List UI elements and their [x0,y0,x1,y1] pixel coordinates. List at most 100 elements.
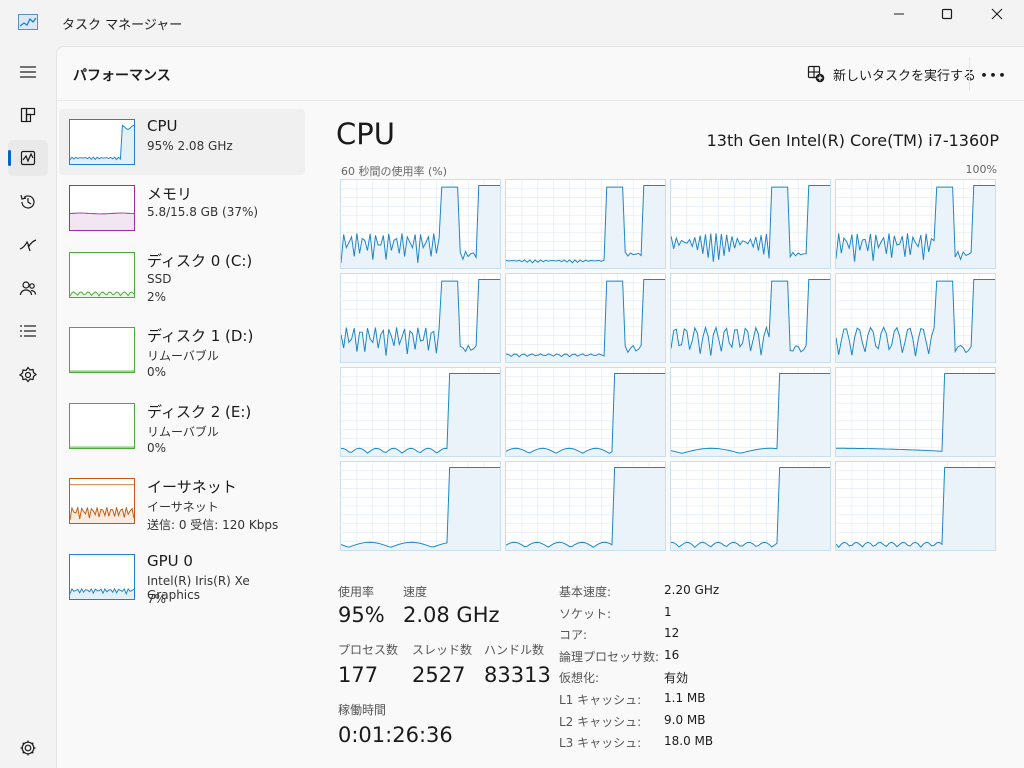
device-item[interactable]: CPU 95% 2.08 GHz [59,109,305,175]
device-detail: 95% 2.08 GHz [147,139,233,153]
hamburger-menu-icon [20,66,36,78]
close-icon [991,8,1003,20]
core-graph [835,367,996,457]
device-thumbnail [69,478,135,524]
speed-label: 速度 [403,585,428,599]
processes-label: プロセス数 [338,643,399,657]
spec-label: 基本速度: [559,585,612,599]
details-icon [20,325,36,337]
nav-settings[interactable] [8,730,48,766]
device-item[interactable]: ディスク 1 (D:) リムーバブル 0% [59,317,305,383]
header-divider [969,57,970,91]
thumbnail-area [70,213,134,230]
core-graph [505,273,666,363]
device-name: ディスク 0 (C:) [147,252,253,270]
performance-icon [20,150,36,166]
core-graph-grid [340,179,997,555]
page-header: パフォーマンス 新しいタスクを実行する ••• [57,47,1024,101]
core-graph [670,367,831,457]
device-thumbnail [69,252,135,298]
graph-axis-label: 60 秒間の使用率 (%) [341,165,448,178]
spec-label: 論理プロセッサ数: [559,649,660,664]
device-usage: 2% [147,290,167,304]
core-graph [505,367,666,457]
device-usage: 0% [147,365,167,379]
spec-value: 2.20 GHz [664,583,720,597]
nav-startup-apps[interactable] [8,227,48,263]
device-name: GPU 0 [147,552,193,570]
close-button[interactable] [974,0,1020,28]
device-item[interactable]: イーサネット イーサネット 送信: 0 受信: 120 Kbps [59,468,305,534]
run-new-task-button[interactable]: 新しいタスクを実行する [807,61,976,87]
app-history-icon [20,194,35,209]
core-graph [340,273,501,363]
more-options-icon: ••• [980,68,1008,82]
device-item[interactable]: メモリ 5.8/15.8 GB (37%) [59,175,305,241]
core-graph [835,273,996,363]
selection-indicator [8,150,11,166]
device-item[interactable]: ディスク 2 (E:) リムーバブル 0% [59,393,305,459]
users-icon [19,281,37,296]
device-name: ディスク 1 (D:) [147,327,254,345]
core-graph [670,179,831,269]
nav-processes[interactable] [8,97,48,133]
device-name: CPU [147,117,178,135]
maximize-button[interactable] [924,0,970,28]
cpu-title: CPU [336,117,395,151]
processes-icon [20,107,36,123]
core-graph [505,461,666,551]
spec-value: 1 [664,604,672,619]
maximize-icon [941,8,953,20]
nav-details[interactable] [8,313,48,349]
startup-apps-icon [19,239,37,252]
window-title: タスク マネージャー [62,18,183,33]
device-usage: 7% [147,592,167,606]
uptime-label: 稼働時間 [338,703,387,717]
core-graph [340,179,501,269]
settings-icon [20,740,36,756]
navigation-rail [0,46,56,768]
spec-value: 9.0 MB [664,712,706,727]
spec-label: L3 キャッシュ: [559,736,642,751]
device-item[interactable]: GPU 0 Intel(R) Iris(R) Xe Graphics 7% [59,544,305,610]
device-item[interactable]: ディスク 0 (C:) SSD 2% [59,242,305,308]
device-detail: イーサネット [147,500,219,514]
spec-value: 有効 [664,671,689,686]
device-thumbnail [69,119,135,165]
uptime-value: 0:01:26:36 [338,723,453,747]
core-graph [340,367,501,457]
hamburger-menu-button[interactable] [8,54,48,90]
threads-value: 2527 [412,663,466,687]
device-thumbnail [69,327,135,373]
device-detail: 5.8/15.8 GB (37%) [147,205,259,219]
core-graph [835,179,996,269]
handles-value: 83313 [484,663,551,687]
device-usage: 送信: 0 受信: 120 Kbps [147,518,279,532]
device-detail: Intel(R) Iris(R) Xe Graphics [147,574,250,602]
nav-users[interactable] [8,270,48,306]
spec-label: コア: [559,628,588,643]
core-graph [835,461,996,551]
nav-app-history[interactable] [8,184,48,220]
spec-value: 16 [664,647,680,662]
device-name: ディスク 2 (E:) [147,403,252,421]
nav-performance[interactable] [8,140,48,176]
device-usage: 0% [147,441,167,455]
device-detail: リムーバブル [147,425,219,439]
device-detail: SSD [147,272,172,286]
device-thumbnail [69,554,135,600]
spec-label: ソケット: [559,606,612,621]
spec-value: 18.0 MB [664,734,714,749]
spec-label: L1 キャッシュ: [559,693,642,707]
more-options-button[interactable]: ••• [979,63,1009,87]
nav-services[interactable] [8,357,48,393]
device-thumbnail [69,403,135,449]
core-graph [670,273,831,363]
core-graph [340,461,501,551]
spec-label: L2 キャッシュ: [559,714,642,729]
device-detail: リムーバブル [147,349,219,363]
usage-value: 95% [338,603,385,627]
main-panel: パフォーマンス 新しいタスクを実行する ••• CPU 95% 2.08 GHz メ… [56,46,1024,768]
minimize-button[interactable] [876,0,922,28]
device-name: メモリ [147,185,193,203]
